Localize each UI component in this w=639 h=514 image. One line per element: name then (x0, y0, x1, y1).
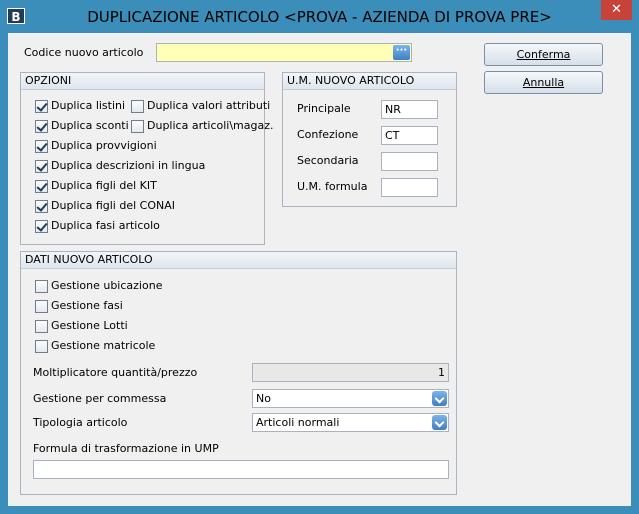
codice-label: Codice nuovo articolo (24, 46, 144, 59)
opzioni-left-5-label[interactable]: Duplica figli del CONAI (51, 199, 175, 212)
opzioni-left-2-checkbox[interactable] (35, 140, 48, 153)
commessa-value: No (256, 392, 271, 405)
dati-check-2-checkbox[interactable] (35, 320, 48, 333)
um-group: U.M. NUOVO ARTICOLO Principale NR Confezio… (282, 72, 457, 207)
annulla-button[interactable]: Annulla (484, 71, 603, 94)
opzioni-right-1-label[interactable]: Duplica articoli\magaz. (147, 119, 274, 132)
opzioni-left-4-checkbox[interactable] (35, 180, 48, 193)
close-button[interactable]: ✕ (601, 0, 632, 20)
title-bar[interactable]: B DUPLICAZIONE ARTICOLO <PROVA - AZIENDA… (0, 0, 639, 33)
opzioni-right-0-label[interactable]: Duplica valori attributi (147, 99, 270, 112)
conferma-button[interactable]: Conferma (484, 43, 603, 66)
window-title: DUPLICAZIONE ARTICOLO <PROVA - AZIENDA D… (87, 8, 552, 26)
opzioni-left-2-label[interactable]: Duplica provvigioni (51, 139, 157, 152)
opzioni-left-6-checkbox[interactable] (35, 220, 48, 233)
um-field-input[interactable]: CT (381, 126, 438, 145)
opzioni-left-4-label[interactable]: Duplica figli del KIT (51, 179, 157, 192)
um-field-value: CT (385, 129, 400, 142)
dati-group: DATI NUOVO ARTICOLO Moltiplicatore quant… (20, 251, 457, 495)
dati-check-1-label[interactable]: Gestione fasi (51, 299, 123, 312)
dialog-window: B DUPLICAZIONE ARTICOLO <PROVA - AZIENDA… (0, 0, 639, 514)
formula-label: Formula di trasformazione in UMP (33, 442, 219, 455)
opzioni-header: OPZIONI (21, 73, 264, 90)
opzioni-left-5-checkbox[interactable] (35, 200, 48, 213)
dati-header: DATI NUOVO ARTICOLO (21, 252, 456, 269)
commessa-label: Gestione per commessa (33, 392, 167, 405)
um-field-input[interactable] (381, 178, 438, 197)
um-field-input[interactable]: NR (381, 100, 438, 119)
moltiplicatore-field[interactable]: 1 (252, 363, 449, 382)
annulla-button-label: Annulla (522, 76, 565, 89)
opzioni-left-3-checkbox[interactable] (35, 160, 48, 173)
codice-input[interactable]: ··· (156, 43, 412, 62)
conferma-button-label: Conferma (516, 48, 571, 61)
opzioni-left-0-label[interactable]: Duplica listini (51, 99, 125, 112)
um-field-input[interactable] (381, 152, 438, 171)
opzioni-left-1-checkbox[interactable] (35, 120, 48, 133)
opzioni-right-0-checkbox[interactable] (131, 100, 144, 113)
dati-check-3-checkbox[interactable] (35, 340, 48, 353)
opzioni-left-1-label[interactable]: Duplica sconti (51, 119, 129, 132)
commessa-dropdown-icon[interactable] (432, 391, 447, 406)
um-field-label: Secondaria (297, 154, 359, 167)
opzioni-group: OPZIONI Duplica listini Duplica sconti Dup… (20, 72, 274, 245)
dati-check-1-checkbox[interactable] (35, 300, 48, 313)
um-field-label: U.M. formula (297, 180, 368, 193)
um-field-label: Principale (297, 102, 351, 115)
moltiplicatore-value: 1 (438, 366, 445, 379)
dati-check-0-label[interactable]: Gestione ubicazione (51, 279, 162, 292)
opzioni-right-1-checkbox[interactable] (131, 120, 144, 133)
opzioni-left-0-checkbox[interactable] (35, 100, 48, 113)
um-field-value: NR (385, 103, 401, 116)
tipologia-label: Tipologia articolo (33, 416, 128, 429)
tipologia-dropdown-icon[interactable] (432, 415, 447, 430)
um-header: U.M. NUOVO ARTICOLO (283, 73, 456, 90)
dati-check-0-checkbox[interactable] (35, 280, 48, 293)
moltiplicatore-label: Moltiplicatore quantità/prezzo (33, 366, 198, 379)
um-field-label: Confezione (297, 128, 359, 141)
codice-lookup-button[interactable]: ··· (393, 45, 410, 60)
dati-check-2-label[interactable]: Gestione Lotti (51, 319, 128, 332)
commessa-select[interactable]: No (252, 389, 449, 408)
dialog-body: Codice nuovo articolo ··· Conferma Annul… (8, 33, 631, 506)
dati-check-3-label[interactable]: Gestione matricole (51, 339, 155, 352)
opzioni-left-3-label[interactable]: Duplica descrizioni in lingua (51, 159, 205, 172)
formula-input[interactable] (33, 460, 449, 479)
tipologia-value: Articoli normali (256, 416, 340, 429)
opzioni-left-6-label[interactable]: Duplica fasi articolo (51, 219, 160, 232)
tipologia-select[interactable]: Articoli normali (252, 413, 449, 432)
